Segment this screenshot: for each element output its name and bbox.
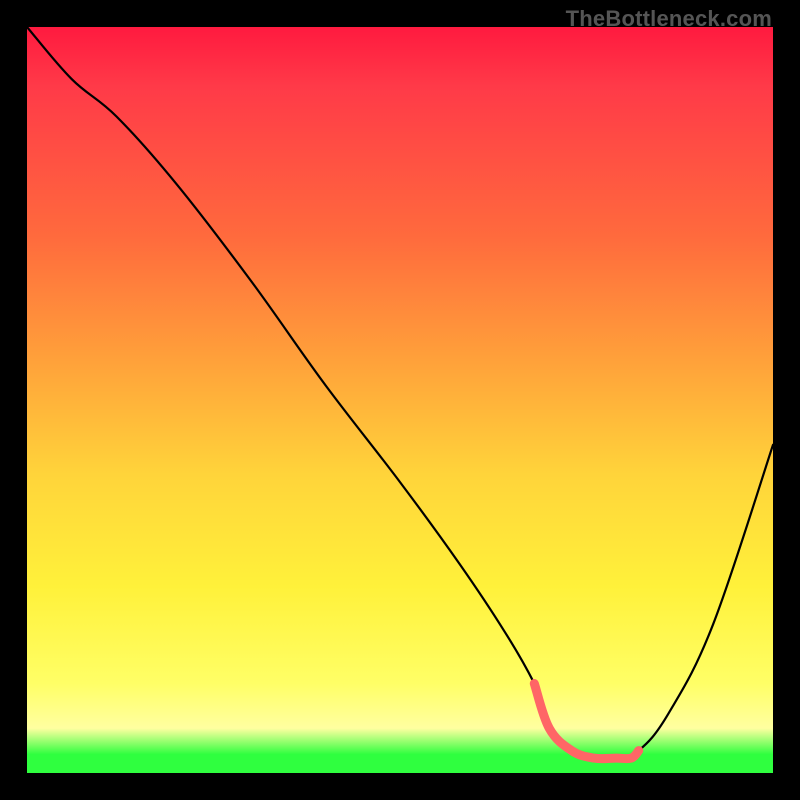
bottleneck-curve-path bbox=[27, 27, 773, 760]
optimal-region-highlight bbox=[534, 684, 638, 759]
bottleneck-curve-svg bbox=[27, 27, 773, 773]
chart-frame: TheBottleneck.com bbox=[0, 0, 800, 800]
plot-area bbox=[27, 27, 773, 773]
